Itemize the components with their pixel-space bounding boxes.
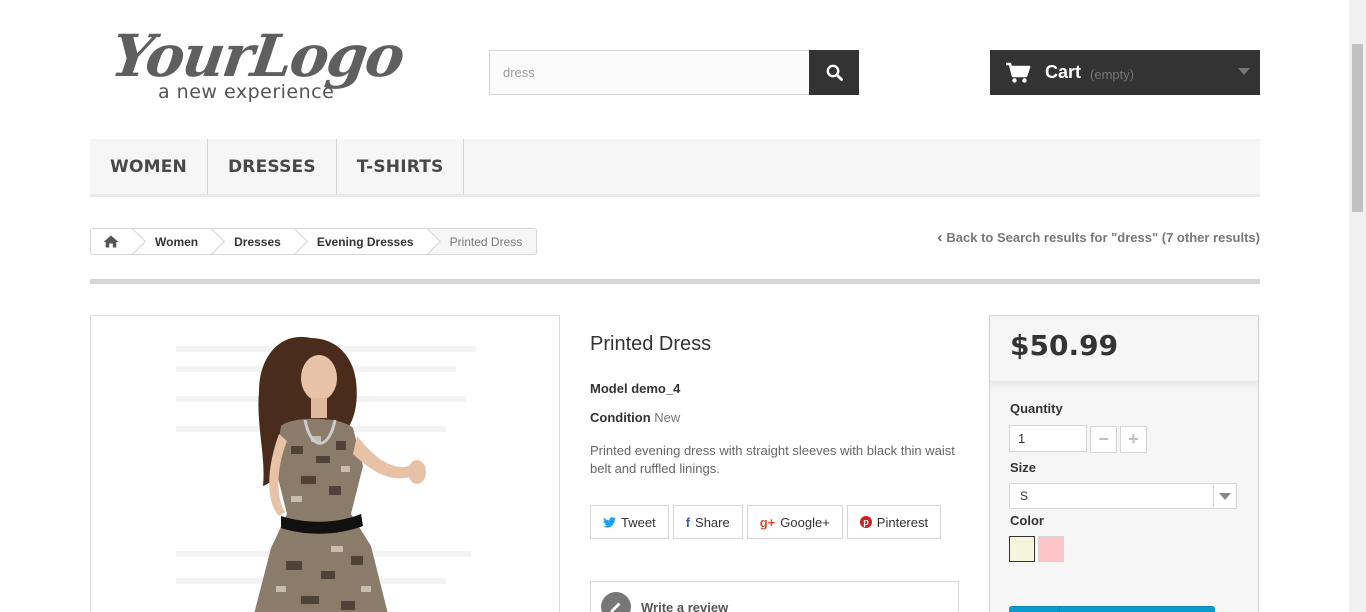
- quantity-label: Quantity: [1010, 401, 1063, 416]
- quantity-decrease-button[interactable]: −: [1090, 426, 1117, 453]
- buy-box: $50.99 Quantity − + Size S Color: [989, 315, 1259, 612]
- color-label: Color: [1010, 513, 1044, 528]
- price-area: $50.99: [990, 316, 1258, 382]
- twitter-icon: [603, 516, 616, 528]
- divider: [90, 279, 1260, 284]
- cart-button[interactable]: Cart (empty): [990, 50, 1260, 95]
- product-title: Printed Dress: [590, 333, 712, 355]
- quantity-input[interactable]: [1009, 425, 1087, 452]
- product-photo: [91, 316, 559, 612]
- review-box: Write a review: [590, 581, 959, 612]
- color-swatch-pink[interactable]: [1038, 536, 1064, 562]
- breadcrumb-evening-dresses[interactable]: Evening Dresses: [294, 229, 428, 254]
- minus-icon: −: [1098, 429, 1109, 449]
- product-model: Model demo_4: [590, 381, 680, 396]
- size-value: S: [1020, 489, 1029, 503]
- pinterest-label: Pinterest: [876, 514, 929, 530]
- search-input[interactable]: [489, 50, 810, 95]
- site-logo[interactable]: YourLogo a new experience: [107, 20, 412, 110]
- main-menu: WOMEN DRESSES T-SHIRTS: [90, 139, 1260, 197]
- google-plus-icon: g+: [759, 514, 776, 530]
- facebook-icon: f: [685, 514, 691, 530]
- model-value: demo_4: [631, 381, 681, 396]
- svg-text:p: p: [863, 517, 869, 527]
- search-box: [489, 50, 859, 95]
- breadcrumb: Women Dresses Evening Dresses Printed Dr…: [90, 228, 538, 255]
- size-select[interactable]: S: [1009, 483, 1237, 509]
- cart-icon: [1006, 62, 1031, 83]
- add-to-cart-divider: [1059, 607, 1060, 612]
- tweet-button[interactable]: Tweet: [590, 505, 669, 539]
- condition-label: Condition: [590, 410, 651, 425]
- search-button[interactable]: [809, 50, 859, 95]
- social-share: Tweet f Share g+ Google+ p Pinterest: [590, 505, 942, 539]
- share-button[interactable]: f Share: [672, 505, 743, 539]
- breadcrumb-home[interactable]: [91, 229, 133, 254]
- menu-item-women[interactable]: WOMEN: [90, 139, 208, 194]
- back-link-label: Back to Search results for "dress" (7 ot…: [946, 230, 1260, 245]
- search-icon: [826, 64, 843, 81]
- breadcrumb-current: Printed Dress: [427, 229, 537, 254]
- write-review-label: Write a review: [641, 599, 729, 612]
- share-label: Share: [695, 514, 730, 530]
- pinterest-icon: p: [859, 516, 872, 528]
- pinterest-button[interactable]: p Pinterest: [846, 505, 942, 539]
- condition-value: New: [654, 410, 681, 425]
- google-plus-label: Google+: [780, 514, 830, 530]
- chevron-down-icon: [1238, 68, 1250, 75]
- pencil-icon: [601, 592, 631, 612]
- logo-text: YourLogo: [107, 22, 408, 90]
- add-to-cart-button[interactable]: [1009, 606, 1215, 612]
- menu-item-dresses[interactable]: DRESSES: [208, 139, 337, 194]
- page-scrollbar[interactable]: [1349, 0, 1366, 612]
- chevron-down-icon: [1213, 485, 1235, 507]
- scrollbar-thumb[interactable]: [1352, 44, 1363, 212]
- plus-icon: +: [1128, 429, 1139, 449]
- tweet-label: Tweet: [621, 514, 656, 530]
- product-condition: Condition New: [590, 410, 680, 425]
- cart-status: (empty): [1090, 66, 1135, 82]
- product-description: Printed evening dress with straight slee…: [590, 443, 955, 476]
- cart-label: Cart: [1045, 62, 1082, 82]
- quantity-increase-button[interactable]: +: [1120, 426, 1147, 453]
- home-icon: [103, 235, 119, 248]
- chevron-left-icon: ‹: [937, 229, 943, 246]
- write-review-link[interactable]: Write a review: [601, 592, 728, 612]
- color-swatch-beige[interactable]: [1009, 536, 1035, 562]
- logo-tagline: a new experience: [158, 81, 335, 103]
- back-to-search-link[interactable]: ‹ Back to Search results for "dress" (7 …: [937, 229, 1260, 246]
- model-label: Model: [590, 381, 628, 396]
- product-image[interactable]: [90, 315, 560, 612]
- product-price: $50.99: [1010, 329, 1119, 362]
- menu-item-tshirts[interactable]: T-SHIRTS: [337, 139, 465, 194]
- google-plus-button[interactable]: g+ Google+: [746, 505, 843, 539]
- size-label: Size: [1010, 460, 1037, 475]
